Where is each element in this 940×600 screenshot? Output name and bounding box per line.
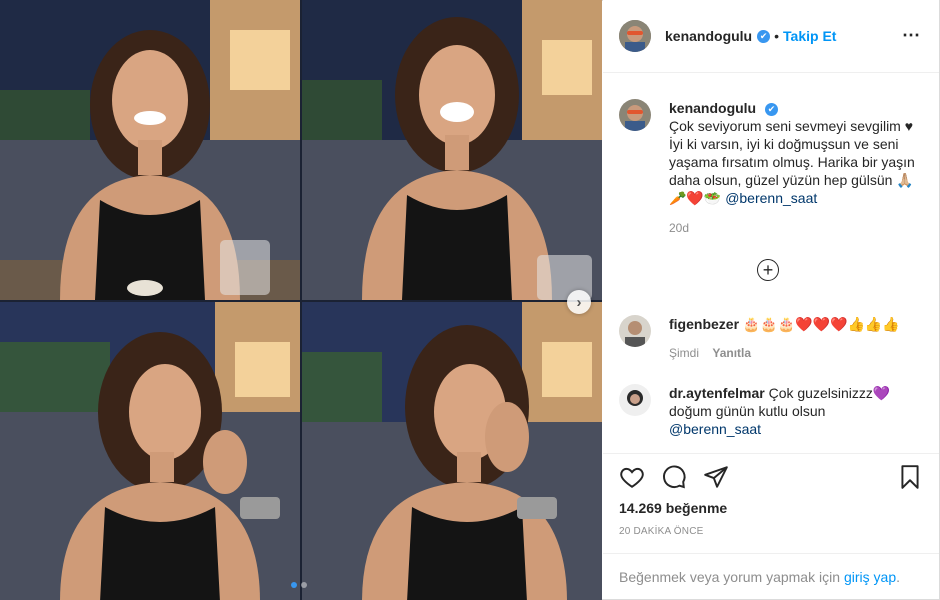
more-options-icon[interactable]: ⋯ <box>902 26 921 44</box>
post-photo-collage[interactable]: › <box>0 0 602 600</box>
comment-username[interactable]: figenbezer <box>669 316 739 332</box>
caption-username[interactable]: kenandogulu <box>669 100 756 116</box>
comment-bubble-icon[interactable] <box>661 464 687 490</box>
comment-meta: Şimdi Yanıtla <box>669 346 929 360</box>
comment-username[interactable]: dr.aytenfelmar <box>669 385 765 401</box>
photo-woman-smiling-cafe <box>0 0 300 300</box>
action-icons <box>619 464 729 490</box>
carousel-dot-2 <box>301 582 307 588</box>
photo-woman-hand-on-cheek <box>302 302 602 600</box>
photo-tile-3 <box>0 302 300 600</box>
post-timestamp: 20 DAKİKA ÖNCE <box>619 526 704 537</box>
comments-section[interactable]: kenandogulu ✔ Çok seviyorum seni sevmeyi… <box>603 73 939 453</box>
login-prompt-text: Beğenmek veya yorum yapmak için <box>619 569 840 585</box>
verified-badge-icon: ✔ <box>757 29 771 43</box>
author-avatar[interactable] <box>619 20 651 52</box>
comment-age: Şimdi <box>669 346 700 360</box>
comment-mention-link[interactable]: @berenn_saat <box>669 421 761 437</box>
login-prompt-bar: Beğenmek veya yorum yapmak için giriş ya… <box>603 553 939 600</box>
login-prompt-suffix: . <box>896 569 901 585</box>
caption: kenandogulu ✔ Çok seviyorum seni sevmeyi… <box>619 99 929 235</box>
photo-tile-1 <box>0 0 300 300</box>
save-bookmark-icon[interactable] <box>897 464 923 490</box>
plus-circle-icon: + <box>762 260 774 280</box>
share-paper-plane-icon[interactable] <box>703 464 729 490</box>
comment-body: figenbezer 🎂🎂🎂❤️❤️❤️👍👍👍 <box>669 315 919 333</box>
comment-text: 🎂🎂🎂❤️❤️❤️👍👍👍 <box>742 316 900 332</box>
carousel-dot-1 <box>291 582 297 588</box>
comment: dr.aytenfelmar Çok guzelsinizzz💜 doğum g… <box>619 384 929 438</box>
like-heart-icon[interactable] <box>619 464 645 490</box>
photo-woman-laughing-cafe <box>302 0 602 300</box>
login-link[interactable]: giriş yap <box>844 569 896 585</box>
header-separator: • <box>774 28 780 44</box>
commenter-avatar[interactable] <box>619 315 651 347</box>
chevron-right-icon: › <box>576 293 582 311</box>
photo-tile-2 <box>302 0 602 300</box>
post-side-panel: kenandogulu ✔ • Takip Et ⋯ kenandogulu ✔… <box>603 0 939 599</box>
caption-author-avatar[interactable] <box>619 99 651 131</box>
caption-body: kenandogulu ✔ Çok seviyorum seni sevmeyi… <box>669 99 919 207</box>
reply-button[interactable]: Yanıtla <box>712 346 751 360</box>
photo-tile-4 <box>302 302 602 600</box>
caption-meta: 20d <box>669 221 929 235</box>
comment-body: dr.aytenfelmar Çok guzelsinizzz💜 doğum g… <box>669 384 919 438</box>
post-actions: 14.269 beğenme 20 DAKİKA ÖNCE Beğenmek v… <box>603 453 939 599</box>
caption-mention-link[interactable]: @berenn_saat <box>725 190 817 206</box>
load-more-comments-button[interactable]: + <box>757 259 779 281</box>
follow-button[interactable]: Takip Et <box>783 28 836 44</box>
post-header: kenandogulu ✔ • Takip Et ⋯ <box>603 0 939 73</box>
carousel-dots <box>291 582 307 588</box>
commenter-avatar[interactable] <box>619 384 651 416</box>
caption-age: 20d <box>669 221 690 235</box>
likes-count[interactable]: 14.269 beğenme <box>619 500 727 516</box>
photo-woman-hand-on-chin <box>0 302 300 600</box>
verified-badge-icon: ✔ <box>765 102 779 116</box>
comment: figenbezer 🎂🎂🎂❤️❤️❤️👍👍👍 Şimdi Yanıtla <box>619 315 929 360</box>
author-username[interactable]: kenandogulu <box>665 28 752 44</box>
carousel-next-button[interactable]: › <box>567 290 591 314</box>
